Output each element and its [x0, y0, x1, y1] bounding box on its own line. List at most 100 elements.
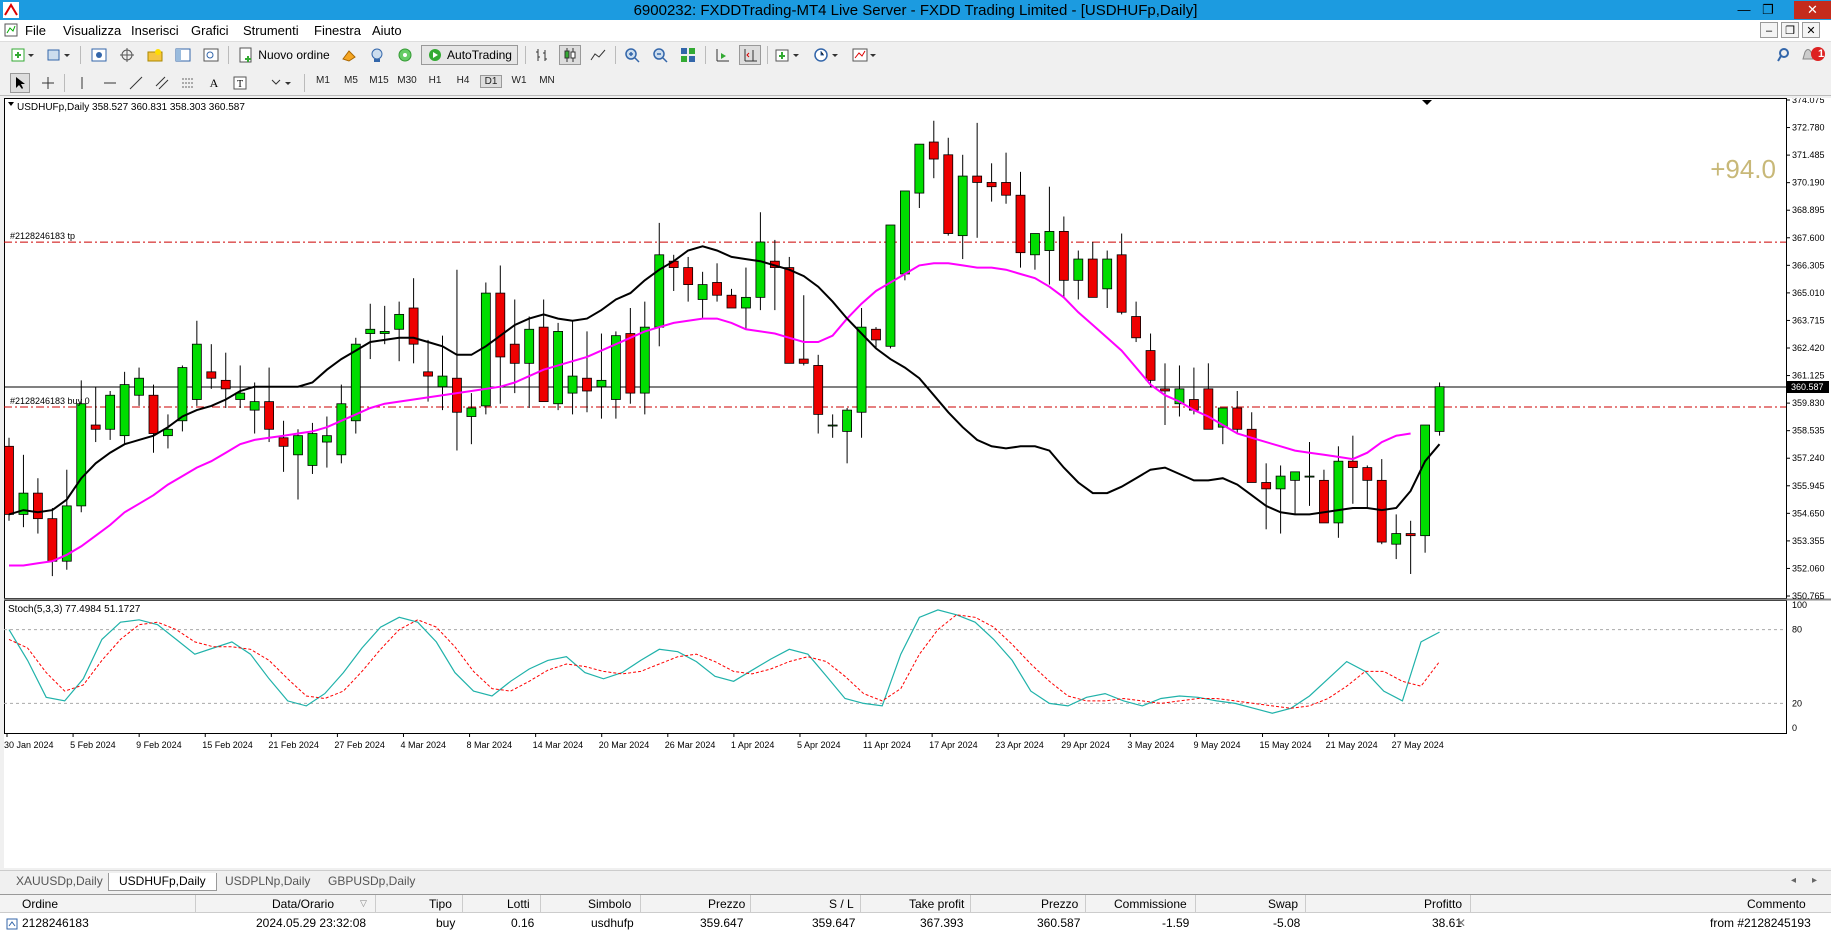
price-chart[interactable]: 374.075 372.780 371.485 370.190 368.895 367.6… [4, 98, 1831, 868]
text-label-tool[interactable]: T [230, 73, 250, 93]
col-take-profit[interactable]: Take profit [909, 897, 964, 911]
tab-gbpusdp[interactable]: GBPUSDp,Daily [318, 873, 425, 891]
vertical-line-tool[interactable] [72, 73, 92, 93]
candle[interactable] [249, 401, 260, 411]
timeframe-mn[interactable]: MN [536, 75, 558, 86]
text-tool[interactable]: A [204, 73, 224, 93]
timeframe-h4[interactable]: H4 [452, 75, 474, 86]
candle[interactable] [76, 403, 87, 507]
candle[interactable] [567, 375, 578, 394]
candle[interactable] [1232, 407, 1243, 430]
menu-finestra[interactable]: Finestra [314, 23, 361, 38]
bar-chart-button[interactable] [531, 45, 553, 65]
candle[interactable] [437, 375, 448, 388]
candle[interactable] [365, 328, 376, 334]
timeframe-m5[interactable]: M5 [340, 75, 362, 86]
candle[interactable] [1405, 533, 1416, 537]
terminal-button[interactable] [172, 45, 194, 65]
candle[interactable] [928, 141, 939, 160]
candle[interactable] [755, 241, 766, 298]
col-prezzo[interactable]: Prezzo [708, 897, 745, 911]
candle[interactable] [1290, 471, 1300, 481]
periods-button[interactable] [812, 45, 842, 65]
zoom-out-button[interactable] [649, 45, 671, 65]
menu-aiuto[interactable]: Aiuto [372, 23, 402, 38]
candle[interactable] [697, 284, 708, 300]
candle[interactable] [336, 403, 347, 456]
timeframe-d1[interactable]: D1 [480, 75, 502, 88]
candle[interactable] [1319, 479, 1329, 524]
candle[interactable] [495, 292, 506, 358]
cursor-tool[interactable] [10, 73, 30, 93]
mdi-close-button[interactable]: ✕ [1802, 22, 1820, 38]
candle[interactable] [1073, 258, 1084, 281]
candle[interactable] [596, 379, 607, 388]
candle[interactable] [220, 379, 231, 390]
candle[interactable] [293, 435, 303, 456]
candle[interactable] [827, 424, 838, 427]
candle[interactable] [423, 371, 433, 377]
candle[interactable] [1203, 388, 1214, 430]
col-commissione[interactable]: Commissione [1114, 897, 1187, 911]
stoch-plot-area[interactable] [4, 600, 1787, 734]
candle[interactable] [712, 282, 722, 296]
candle[interactable] [32, 492, 43, 520]
candle[interactable] [639, 326, 650, 394]
candle[interactable] [900, 190, 910, 275]
candle[interactable] [307, 433, 318, 466]
candle[interactable] [524, 328, 535, 364]
search-button[interactable] [1774, 45, 1796, 65]
zoom-in-button[interactable] [621, 45, 643, 65]
candle[interactable] [264, 401, 275, 430]
chart-window-icon[interactable] [4, 23, 18, 37]
candle[interactable] [1145, 350, 1156, 381]
candle[interactable] [1391, 533, 1402, 545]
market-watch-button[interactable] [88, 45, 110, 65]
menu-strumenti[interactable]: Strumenti [243, 23, 299, 38]
notifications-button[interactable]: 1 [1800, 45, 1828, 65]
candle[interactable] [871, 328, 881, 341]
candle[interactable] [972, 175, 983, 183]
candle[interactable] [1044, 230, 1055, 251]
mdi-minimize-button[interactable]: – [1760, 22, 1778, 38]
candle[interactable] [1087, 258, 1098, 298]
col-sl[interactable]: S / L [829, 897, 854, 911]
candle[interactable] [235, 392, 246, 400]
menu-inserisci[interactable]: Inserisci [131, 23, 179, 38]
candle[interactable] [163, 428, 173, 437]
data-window-button[interactable] [116, 45, 138, 65]
candle[interactable] [625, 333, 636, 394]
fibonacci-tool[interactable] [178, 73, 198, 93]
market-button[interactable] [394, 45, 416, 65]
indicators-button[interactable] [773, 45, 803, 65]
timeframe-m15[interactable]: M15 [368, 75, 390, 86]
candle[interactable] [1160, 388, 1170, 392]
auto-scroll-button[interactable] [711, 45, 733, 65]
candle[interactable] [148, 394, 159, 434]
chart-shift-button[interactable] [739, 45, 761, 65]
strategy-tester-button[interactable] [200, 45, 222, 65]
candle[interactable] [90, 424, 101, 430]
horizontal-line-tool[interactable] [100, 73, 120, 93]
arrows-tool[interactable] [268, 73, 296, 93]
candle[interactable] [784, 267, 795, 364]
candle[interactable] [885, 224, 896, 347]
close-button[interactable]: ✕ [1794, 1, 1831, 19]
menu-grafici[interactable]: Grafici [191, 23, 229, 38]
candle[interactable] [452, 377, 462, 413]
candle[interactable] [1434, 386, 1445, 432]
equidistant-channel-tool[interactable] [152, 73, 172, 93]
candle[interactable] [553, 331, 563, 405]
col-data-orario[interactable]: Data/Orario [272, 897, 334, 911]
minimize-button[interactable]: — [1733, 1, 1755, 19]
autotrading-button[interactable]: AutoTrading [421, 45, 518, 65]
scroll-left-icon[interactable]: ◂ [1791, 875, 1796, 886]
mdi-restore-button[interactable]: ❐ [1781, 22, 1799, 38]
timeframe-m30[interactable]: M30 [396, 75, 418, 86]
candle[interactable] [914, 143, 925, 194]
candle[interactable] [105, 394, 116, 430]
close-order-icon[interactable]: ✕ [1456, 916, 1466, 930]
candle[interactable] [206, 371, 217, 379]
candle[interactable] [177, 367, 188, 422]
scroll-right-icon[interactable]: ▸ [1812, 875, 1817, 886]
